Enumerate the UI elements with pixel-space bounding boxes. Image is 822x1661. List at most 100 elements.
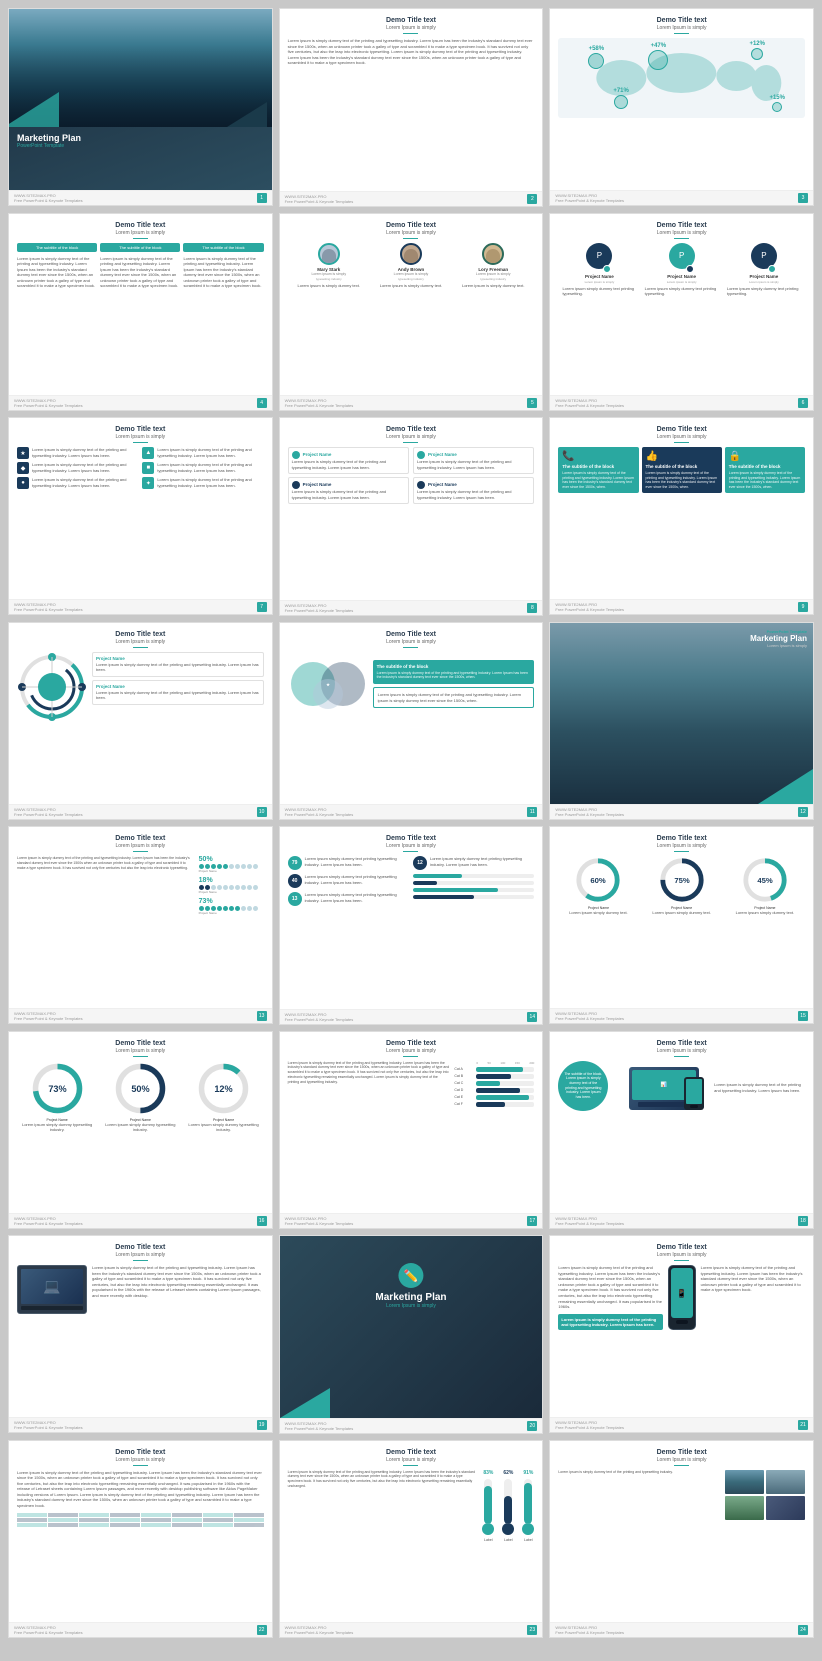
stats-bars: 50% Project Name 18% Project N (199, 856, 264, 915)
num-row-2: 40 Lorem ipsum simply dummy text printin… (288, 874, 409, 888)
slide-15: Demo Title text Lorem Ipsum is simply 60… (549, 826, 814, 1024)
stat-item-3: 73% Project Name (199, 898, 264, 915)
project-dot-1 (292, 451, 300, 459)
venn-card-2: Lorem ipsum is simply dummy text of the … (373, 687, 535, 708)
donut-1: 60% Project Name Lorem ipsum simply dumm… (558, 856, 638, 916)
slide-16: Demo Title text Lorem Ipsum is simply 73… (8, 1031, 273, 1229)
slide-22-footer: WWW.SITE2MAX.PRO Free PowerPoint & Keyno… (9, 1622, 272, 1637)
icon-list-right: ▲ Lorem ipsum is simply dummy text of th… (142, 447, 263, 489)
prog-3 (413, 888, 534, 892)
cover-title: Marketing Plan (17, 133, 264, 143)
card-icon-2: 👍 (646, 451, 718, 462)
project-block-3: Project Name Lorem ipsum is simply dummy… (413, 447, 534, 474)
slide-24: Demo Title text Lorem Ipsum is simply Lo… (549, 1440, 814, 1638)
slide-22: Demo Title text Lorem Ipsum is simply Lo… (8, 1440, 273, 1638)
slide-5-footer: WWW.SITE2MAX.PRO Free PowerPoint & Keyno… (280, 395, 543, 410)
cover-subtitle: PowerPoint Template (17, 143, 264, 149)
slide-4: Demo Title text Lorem Ipsum is simply Th… (8, 213, 273, 411)
laptop-text-content: Lorem ipsum is simply dummy text of the … (92, 1265, 264, 1314)
bar-4: Cat D (454, 1088, 534, 1093)
venn-diagram: ★ (288, 652, 368, 717)
bar-6: Cat F (454, 1102, 534, 1107)
bar-5: Cat E (454, 1095, 534, 1100)
slide-3-footer: WWW.SITE2MAX.PRO Free PowerPoint & Keyno… (550, 190, 813, 205)
bar-chart-text: Lorem ipsum is simply dummy text of the … (288, 1061, 450, 1109)
phone-mockup (684, 1077, 704, 1110)
avatar-1 (318, 243, 340, 265)
card-3: 🔒 The subtitle of the block Lorem ipsum … (725, 447, 805, 493)
project-text-area: Project Name Lorem ipsum is simply dummy… (92, 652, 264, 722)
photo-grid-area (725, 1470, 805, 1520)
slide-21-footer: WWW.SITE2MAX.PRO Free PowerPoint & Keyno… (550, 1417, 813, 1432)
laptop-image: 💻 (17, 1265, 87, 1314)
project-col-1: Project Name Lorem ipsum is simply dummy… (288, 447, 409, 507)
circle-project-1: Project Name Lorem ipsum is simply dummy… (92, 652, 264, 677)
prog-4 (413, 895, 534, 899)
icon-box-1: ★ (17, 447, 29, 459)
phone-text-right: Lorem ipsum is simply dummy text of the … (701, 1265, 805, 1330)
stats-text: Lorem ipsum is simply dummy text of the … (17, 856, 194, 915)
project-dot-2 (292, 481, 300, 489)
icon-item-6: ✦ Lorem ipsum is simply dummy text of th… (142, 477, 263, 489)
num-row-3: 13 Lorem ipsum simply dummy text printin… (288, 892, 409, 906)
tab-1[interactable]: The subtitle of the block (17, 243, 97, 252)
slide-17-footer: WWW.SITE2MAX.PRO Free PowerPoint & Keyno… (280, 1213, 543, 1228)
photo-1 (725, 1470, 764, 1494)
slide-13: Demo Title text Lorem Ipsum is simply Lo… (8, 826, 273, 1024)
venn-text: The subtitle of the block Lorem ipsum is… (373, 660, 535, 708)
tab-3[interactable]: The subtitle of the block (183, 243, 263, 252)
slide-8-footer: WWW.SITE2MAX.PRO Free PowerPoint & Keyno… (280, 600, 543, 615)
thermo-text: Lorem ipsum is simply dummy text of the … (288, 1470, 478, 1542)
project-block-1: Project Name Lorem ipsum is simply dummy… (288, 447, 409, 474)
team-member-2: Andy Brown Lorem ipsum is simply typeset… (374, 243, 448, 289)
num-row-1: 79 Lorem ipsum simply dummy text printin… (288, 856, 409, 870)
slide-6: Demo Title text Lorem Ipsum is simply P … (549, 213, 814, 411)
slide-11: Demo Title text Lorem Ipsum is simply ★ … (279, 622, 544, 821)
project-col-2: Project Name Lorem ipsum is simply dummy… (413, 447, 534, 507)
slide-7-footer: WWW.SITE2MAX.PRO Free PowerPoint & Keyno… (9, 599, 272, 614)
circle-project-2: Project Name Lorem ipsum is simply dummy… (92, 680, 264, 705)
phone-mockup-right: 📱 (668, 1265, 696, 1330)
icon-item-4: ▲ Lorem ipsum is simply dummy text of th… (142, 447, 263, 459)
bar-3: Cat C (454, 1081, 534, 1086)
slide-4-footer: WWW.SITE2MAX.PRO Free PowerPoint & Keyno… (9, 395, 272, 410)
svg-text:60%: 60% (591, 876, 607, 885)
team-row: Mary Stark Lorem ipsum is simply typeset… (288, 243, 535, 289)
team-member-1: Mary Stark Lorem ipsum is simply typeset… (292, 243, 366, 289)
slide-19: Demo Title text Lorem Ipsum is simply 💻 … (8, 1235, 273, 1433)
donut-2: 75% Project Name Lorem ipsum simply dumm… (642, 856, 722, 916)
prog-1 (413, 874, 534, 878)
avatar-2 (400, 243, 422, 265)
num-badge-2: 40 (288, 874, 302, 888)
slide-18: Demo Title text Lorem Ipsum is simply Th… (549, 1031, 814, 1229)
slide-15-footer: WWW.SITE2MAX.PRO Free PowerPoint & Keyno… (550, 1008, 813, 1023)
num-row-4: 12 Lorem ipsum simply dummy text printin… (413, 856, 534, 870)
slide-23-footer: WWW.SITE2MAX.PRO Free PowerPoint & Keyno… (280, 1622, 543, 1637)
progress-bars (413, 874, 534, 899)
slide-18-footer: WWW.SITE2MAX.PRO Free PowerPoint & Keyno… (550, 1213, 813, 1228)
device-mockup-area: 📊 (618, 1067, 709, 1110)
card-icon-1: 📞 (562, 451, 634, 462)
bar-chart-area: 050100150200 Cat A Cat B Cat C (454, 1061, 534, 1109)
team-dark-1: P Project Name Lorem ipsum is simply Lor… (562, 243, 636, 297)
big-donut-2: 50% Project Name Lorem ipsum simply dumm… (100, 1061, 180, 1133)
project-dot-4 (417, 481, 425, 489)
slide-21: Demo Title text Lorem Ipsum is simply Lo… (549, 1235, 814, 1433)
slide-7: Demo Title text Lorem Ipsum is simply ★ … (8, 417, 273, 615)
slide-9-footer: WWW.SITE2MAX.PRO Free PowerPoint & Keyno… (550, 599, 813, 614)
slide-23: Demo Title text Lorem Ipsum is simply Lo… (279, 1440, 544, 1639)
slide-17: Demo Title text Lorem Ipsum is simply Lo… (279, 1031, 544, 1230)
grid-pattern (17, 1513, 264, 1527)
tab-2[interactable]: The subtitle of the block (100, 243, 180, 252)
slide-12: PowerPoint Template Marketing Plan Lorem… (549, 622, 814, 820)
team-row-dark: P Project Name Lorem ipsum is simply Lor… (558, 243, 805, 297)
device-circle: The subtitle of the block. Lorem ipsum i… (558, 1061, 613, 1116)
slide-1: Marketing Plan PowerPoint Template WWW.S… (8, 8, 273, 206)
card-2: 👍 The subtitle of the block Lorem ipsum … (642, 447, 722, 493)
slide-8: Demo Title text Lorem Ipsum is simply Pr… (279, 417, 544, 616)
cover2-label: PowerPoint Template Marketing Plan Lorem… (750, 629, 807, 648)
team-dark-2: P Project Name Lorem ipsum is simply Lor… (645, 243, 719, 297)
num-badge-1: 79 (288, 856, 302, 870)
svg-text:★: ★ (326, 682, 330, 687)
svg-text:45%: 45% (757, 876, 773, 885)
